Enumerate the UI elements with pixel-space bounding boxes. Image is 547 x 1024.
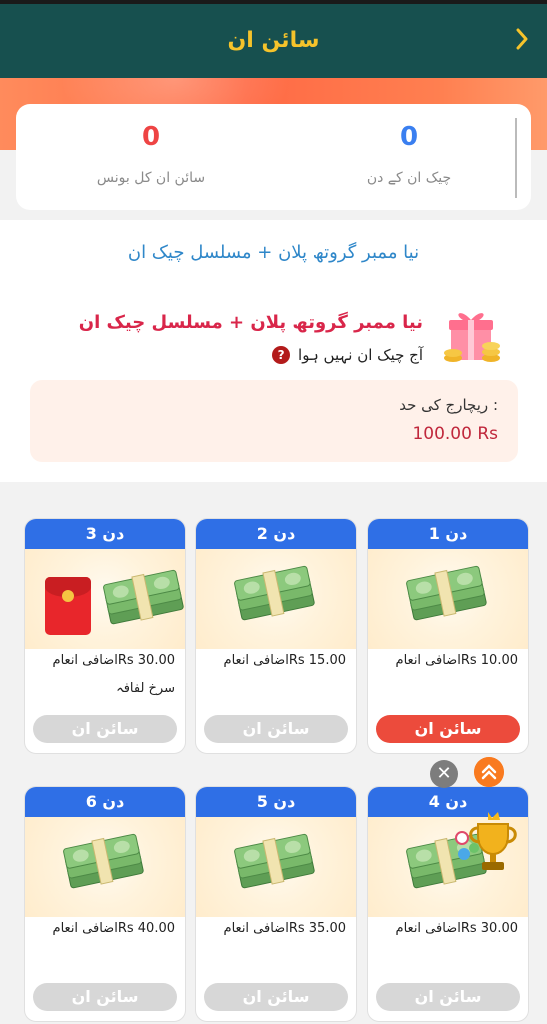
day-label: دن 2 — [196, 519, 356, 549]
day-card: دن 1 اضافی انعامRs 10.00 سائن ان — [367, 518, 529, 754]
sign-in-button[interactable]: سائن ان — [376, 715, 520, 743]
day-label: دن 1 — [368, 519, 528, 549]
sign-in-button[interactable]: سائن ان — [204, 715, 348, 743]
reward-text: اضافی انعامRs 30.00 — [395, 921, 518, 936]
plan-section: نیا ممبر گروتھ پلان + مسلسل چیک ان نیا م… — [0, 220, 547, 482]
gift-box-icon — [444, 313, 500, 362]
help-icon[interactable]: ? — [272, 346, 291, 364]
stats-card: 0 چیک ان کے دن 0 سائن ان کل بونس — [16, 104, 531, 210]
reward-text: اضافی انعامRs 35.00 — [223, 921, 346, 936]
reward-text: اضافی انعامRs 10.00 — [395, 653, 518, 668]
recharge-limit-label: ریچارج کی حد : — [399, 396, 498, 414]
red-envelope-icon — [45, 577, 91, 635]
close-icon[interactable]: ✕ — [430, 760, 458, 788]
trophy-icon — [455, 812, 517, 870]
checkin-status: آج چیک ان نہیں ہوا ? — [272, 344, 423, 366]
page-title: سائن ان — [227, 28, 320, 53]
day-card: دن 5 اضافی انعامRs 35.00 سائن ان — [195, 786, 357, 1022]
day-label: دن 6 — [25, 787, 185, 817]
cash-stack-icon — [63, 833, 144, 889]
plan-name: نیا ممبر گروتھ پلان + مسلسل چیک ان — [78, 312, 423, 333]
checkin-days-value: 0 — [399, 122, 419, 152]
sign-in-button[interactable]: سائن ان — [204, 983, 348, 1011]
divider — [515, 118, 517, 198]
checkin-status-text: آج چیک ان نہیں ہوا — [298, 346, 423, 364]
cash-stack-icon — [103, 569, 184, 625]
total-bonus-label: سائن ان کل بونس — [96, 170, 206, 186]
cash-stack-icon — [234, 565, 315, 621]
day-label: دن 5 — [196, 787, 356, 817]
reward-text: اضافی انعامRs 15.00 — [223, 653, 346, 668]
day-card: دن 3 اضافی انعامRs 30.00 سرخ لفافہ سائن … — [24, 518, 186, 754]
sign-in-button[interactable]: سائن ان — [33, 715, 177, 743]
sign-in-button[interactable]: سائن ان — [376, 983, 520, 1011]
plan-title: نیا ممبر گروتھ پلان + مسلسل چیک ان — [127, 242, 420, 263]
chevron-right-icon[interactable] — [515, 28, 529, 50]
reward-text: اضافی انعامRs 30.00 — [52, 653, 175, 668]
day-label: دن 3 — [25, 519, 185, 549]
recharge-limit-amount: 100.00 Rs — [412, 424, 498, 444]
recharge-limit-box: ریچارج کی حد : 100.00 Rs — [30, 380, 518, 462]
cash-stack-icon — [234, 833, 315, 889]
checkin-days-label: چیک ان کے دن — [366, 170, 452, 186]
extra-reward-text: سرخ لفافہ — [116, 681, 175, 696]
day-card: دن 6 اضافی انعامRs 40.00 سائن ان — [24, 786, 186, 1022]
double-chevron-up-icon[interactable] — [474, 757, 504, 787]
total-bonus-value: 0 — [141, 122, 161, 152]
reward-text: اضافی انعامRs 40.00 — [52, 921, 175, 936]
day-card: دن 2 اضافی انعامRs 15.00 سائن ان — [195, 518, 357, 754]
top-bar: سائن ان — [0, 0, 547, 78]
sign-in-button[interactable]: سائن ان — [33, 983, 177, 1011]
cash-stack-icon — [406, 565, 487, 621]
